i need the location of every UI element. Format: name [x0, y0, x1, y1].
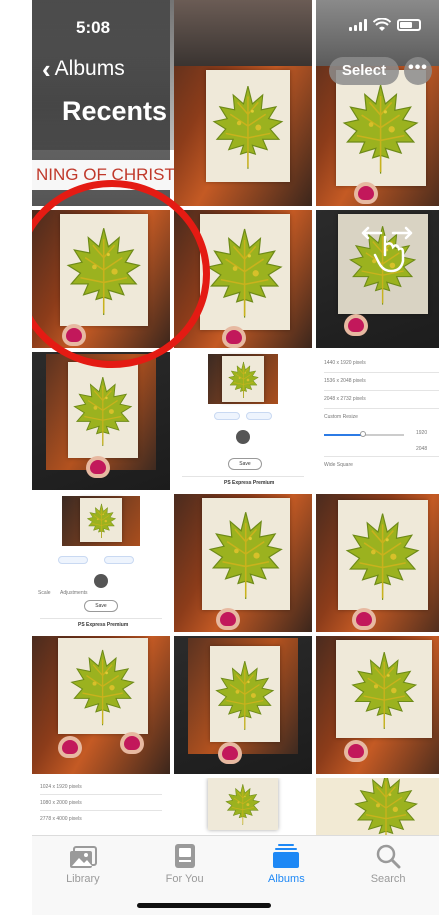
photo-thumbnail[interactable]	[316, 778, 439, 835]
photos-app-screen: Save PS Express Premium 1440 x 1920 pixe…	[32, 0, 439, 915]
tab-label: Library	[66, 873, 100, 885]
battery-icon	[397, 19, 421, 31]
photo-thumbnail[interactable]	[32, 352, 170, 490]
custom-resize-label: Custom Resize	[324, 414, 358, 420]
for-you-icon	[174, 844, 195, 868]
photo-thumbnail[interactable]	[316, 636, 439, 774]
size-option: 1024 x 1920 pixels	[40, 784, 82, 790]
size-option: 2778 x 4000 pixels	[40, 816, 82, 822]
screenshot-thumbnail[interactable]: Scale Adjustments Save PS Express Premiu…	[32, 494, 170, 632]
back-button[interactable]: ‹ Albums	[42, 54, 125, 84]
search-icon	[376, 844, 401, 869]
size-option: 1440 x 1920 pixels	[324, 360, 366, 366]
size-option: 2048 x 2732 pixels	[324, 396, 366, 402]
screenshot-thumbnail[interactable]: Save PS Express Premium	[174, 352, 312, 490]
wifi-icon	[373, 18, 391, 31]
cellular-signal-icon	[349, 19, 367, 31]
wide-square-label: Wide Square	[324, 462, 353, 468]
premium-label: PS Express Premium	[78, 622, 129, 628]
photo-thumbnail[interactable]	[174, 494, 312, 632]
library-icon	[69, 846, 97, 868]
screenshot-thumbnail[interactable]: 1440 x 1920 pixels 1536 x 2048 pixels 20…	[316, 352, 439, 490]
page-title: Recents	[62, 96, 168, 126]
tab-search[interactable]: Search	[337, 836, 439, 915]
save-label: Save	[84, 600, 118, 612]
resize-height: 2048	[416, 446, 428, 452]
tab-label: For You	[165, 873, 204, 885]
size-option: 1080 x 2000 pixels	[40, 800, 82, 806]
status-time: 5:08	[76, 18, 111, 37]
photo-thumbnail[interactable]	[174, 0, 312, 206]
tab-label: Search	[370, 873, 406, 885]
save-label: Save	[228, 458, 262, 470]
premium-label: PS Express Premium	[224, 480, 275, 486]
chevron-left-icon: ‹	[42, 54, 51, 84]
photo-thumbnail[interactable]	[32, 636, 170, 774]
photo-thumbnail[interactable]	[174, 636, 312, 774]
tab-label: Albums	[268, 873, 305, 885]
photo-thumbnail[interactable]	[316, 494, 439, 632]
swipe-gesture-icon	[361, 226, 413, 273]
home-indicator	[137, 903, 271, 908]
more-options-button[interactable]: •••	[404, 57, 432, 85]
tab-library[interactable]: Library	[32, 836, 134, 915]
back-label: Albums	[54, 57, 125, 80]
select-button[interactable]: Select	[329, 57, 399, 85]
screenshot-thumbnail[interactable]: 1024 x 1920 pixels 1080 x 2000 pixels 27…	[32, 778, 170, 835]
tool-label: Adjustments	[60, 590, 88, 596]
size-option: 1536 x 2048 pixels	[324, 378, 366, 384]
resize-width: 1920	[416, 430, 428, 436]
status-icons	[349, 18, 421, 32]
tool-label: Scale	[38, 590, 51, 596]
photo-thumbnail[interactable]	[174, 778, 312, 835]
albums-icon	[273, 844, 300, 868]
